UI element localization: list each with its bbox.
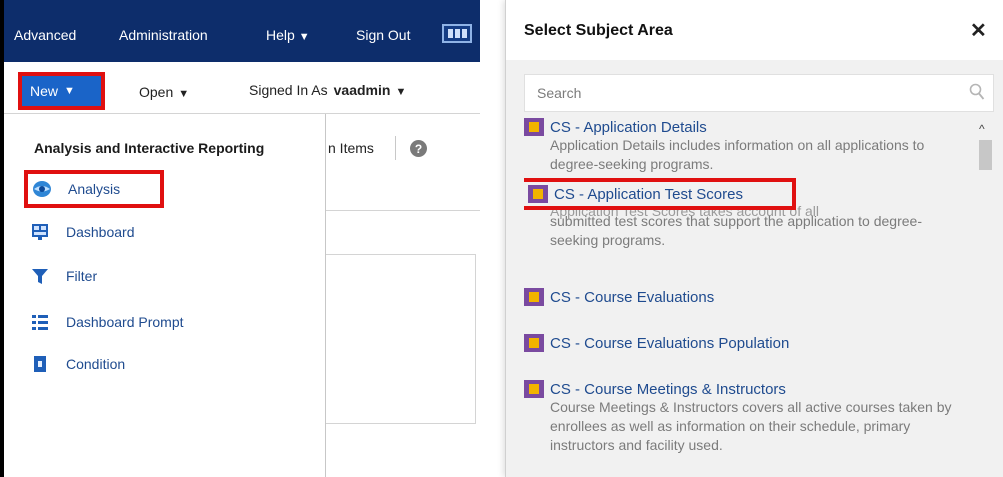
menu-item-filter[interactable]: Filter [30, 266, 97, 286]
dialog-title: Select Subject Area [524, 22, 673, 39]
new-menu-dropdown: Analysis and Interactive Reporting Analy… [18, 114, 326, 477]
subject-area-icon [528, 185, 548, 203]
dialog-body: CS - Application Details Application Det… [506, 60, 1003, 477]
search-icon[interactable] [969, 83, 985, 101]
subject-area-title: CS - Application Test Scores [554, 185, 743, 203]
menu-item-dashboard-prompt[interactable]: Dashboard Prompt [30, 312, 184, 332]
advanced-link[interactable]: Advanced [14, 27, 76, 43]
analysis-icon [32, 179, 52, 199]
menu-item-label: Dashboard Prompt [66, 314, 184, 330]
help-menu-label: Help [266, 27, 295, 43]
subject-area-link[interactable]: CS - Course Meetings & Instructors [524, 380, 966, 398]
search-input[interactable] [525, 75, 955, 111]
scrollbar[interactable]: ^ [976, 118, 994, 477]
subject-area-list: CS - Application Details Application Det… [524, 118, 966, 477]
menu-section-title: Analysis and Interactive Reporting [34, 140, 265, 156]
username: vaadmin [333, 82, 391, 98]
close-icon[interactable]: ✕ [970, 18, 987, 43]
subject-area-title: CS - Course Meetings & Instructors [550, 380, 786, 398]
catalog-grid-icon[interactable] [442, 24, 472, 43]
menu-item-label: Filter [66, 268, 98, 284]
menu-item-analysis[interactable]: Analysis [24, 170, 164, 208]
dialog-header: Select Subject Area ✕ [506, 0, 1003, 60]
list-item: CS - Course Meetings & Instructors Cours… [524, 380, 966, 455]
scrollbar-thumb[interactable] [979, 140, 992, 170]
help-icon[interactable]: ? [410, 140, 427, 157]
new-button[interactable]: New ▼ [18, 72, 105, 110]
user-menu[interactable]: vaadmin ▼ [334, 82, 407, 98]
menu-item-dashboard[interactable]: Dashboard [30, 222, 135, 242]
condition-icon [30, 354, 50, 374]
subject-area-icon [524, 334, 544, 352]
subject-area-link[interactable]: CS - Course Evaluations [524, 288, 966, 306]
content-panel [324, 254, 476, 424]
subject-area-icon [524, 380, 544, 398]
subject-area-description: Application Details includes information… [550, 137, 925, 172]
select-subject-area-dialog: Select Subject Area ✕ CS - Application D… [505, 0, 1003, 477]
administration-link[interactable]: Administration [119, 27, 208, 43]
recent-items-label: n Items [328, 140, 374, 156]
chevron-down-icon: ▼ [178, 88, 190, 100]
subject-area-link[interactable]: CS - Course Evaluations Population [524, 334, 966, 352]
filter-icon [30, 266, 50, 286]
signed-in-label: Signed In As [249, 82, 328, 98]
open-button[interactable]: Open ▼ [139, 84, 189, 100]
new-button-label: New [30, 83, 59, 99]
subject-area-link-highlighted[interactable]: CS - Application Test Scores [524, 178, 796, 210]
help-menu[interactable]: Help ▼ [266, 27, 310, 43]
search-box [524, 74, 994, 112]
list-item: CS - Course Evaluations [524, 288, 966, 306]
chevron-down-icon: ▼ [395, 86, 407, 98]
dashboard-icon [30, 222, 50, 242]
global-toolbar: New ▼ Open ▼ Signed In As vaadmin ▼ [4, 62, 480, 114]
menu-item-label: Analysis [68, 181, 121, 197]
menu-item-label: Dashboard [66, 224, 135, 240]
divider [324, 210, 480, 211]
list-item: Application Test Scores takes account of… [524, 178, 966, 250]
subject-area-title: CS - Course Evaluations Population [550, 334, 790, 352]
sign-out-link[interactable]: Sign Out [356, 27, 410, 43]
list-item: CS - Course Evaluations Population [524, 334, 966, 352]
list-item: CS - Application Details Application Det… [524, 118, 966, 174]
menu-item-label: Condition [66, 356, 126, 372]
open-button-label: Open [139, 84, 174, 100]
dashboard-prompt-icon [30, 312, 50, 332]
divider [395, 136, 396, 160]
chevron-down-icon: ▼ [64, 85, 75, 97]
subject-area-icon [524, 288, 544, 306]
subject-area-title: CS - Course Evaluations [550, 288, 715, 306]
subject-area-link[interactable]: CS - Application Details [524, 118, 966, 136]
chevron-up-icon[interactable]: ^ [979, 122, 985, 136]
subject-area-title: CS - Application Details [550, 118, 707, 136]
chevron-down-icon: ▼ [298, 31, 310, 43]
subject-area-description: Course Meetings & Instructors covers all… [550, 399, 952, 453]
menu-item-condition[interactable]: Condition [30, 354, 125, 374]
global-header: Advanced Administration Help ▼ Sign Out [4, 0, 480, 62]
app-window: Advanced Administration Help ▼ Sign Out N… [0, 0, 480, 477]
subject-area-icon [524, 118, 544, 136]
signed-in-info: Signed In As vaadmin ▼ [249, 82, 406, 98]
